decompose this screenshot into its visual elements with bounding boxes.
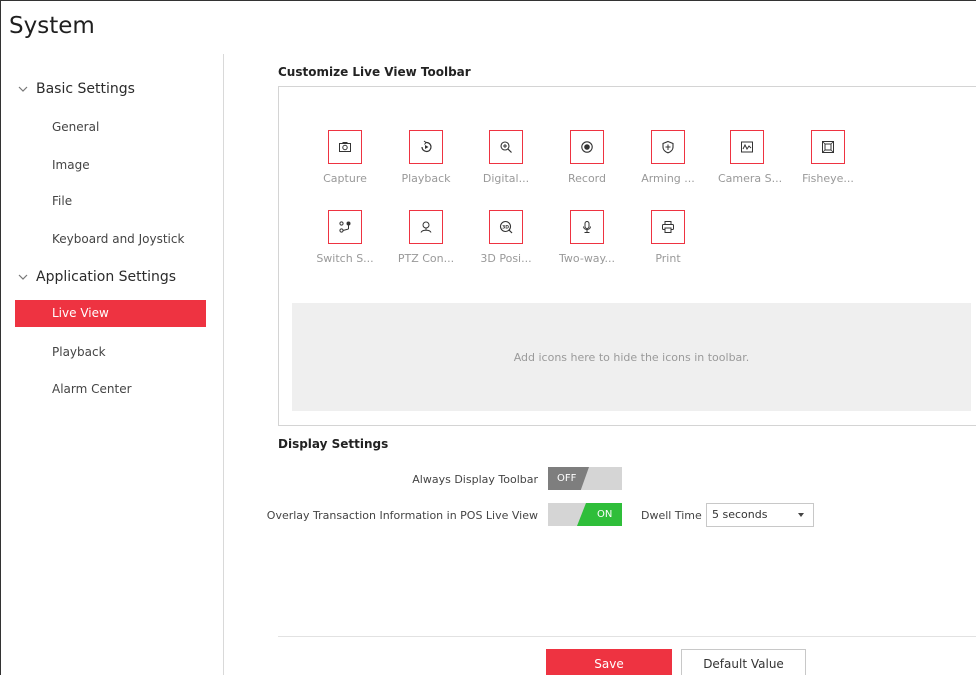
switch-stream-icon xyxy=(339,221,351,233)
sidebar-item-general[interactable]: General xyxy=(15,114,206,141)
tool-label: Capture xyxy=(323,172,367,185)
dwell-time-value: 5 seconds xyxy=(712,508,768,521)
tool-print[interactable]: Print xyxy=(639,210,697,265)
tool-3d-positioning[interactable]: 3D 3D Posi... xyxy=(477,210,535,265)
caret-down-icon xyxy=(798,513,804,517)
tool-label: Camera S... xyxy=(718,172,783,185)
overlay-transaction-label: Overlay Transaction Information in POS L… xyxy=(266,509,538,522)
tool-label: Record xyxy=(567,172,606,185)
dwell-time-select[interactable]: 5 seconds xyxy=(706,503,814,527)
chevron-down-icon xyxy=(18,274,28,280)
save-button[interactable]: Save xyxy=(546,649,672,675)
page-title: System xyxy=(9,13,95,39)
tool-label: Print xyxy=(655,252,681,265)
always-display-toolbar-label: Always Display Toolbar xyxy=(412,473,538,486)
camera-status-icon xyxy=(741,141,753,153)
tool-digital-zoom[interactable]: Digital... xyxy=(477,130,535,185)
sidebar-group-application-settings[interactable]: Application Settings xyxy=(18,269,176,285)
sidebar-group-basic-settings[interactable]: Basic Settings xyxy=(18,81,135,97)
sidebar-group-label: Basic Settings xyxy=(36,81,135,97)
tool-fisheye[interactable]: Fisheye... xyxy=(799,130,857,185)
chevron-down-icon xyxy=(18,86,28,92)
tool-ptz-control[interactable]: PTZ Con... xyxy=(397,210,455,265)
dwell-time-label: Dwell Time xyxy=(641,509,702,522)
tool-label: Switch S... xyxy=(316,252,374,265)
default-value-button[interactable]: Default Value xyxy=(681,649,806,675)
ptz-icon xyxy=(420,221,432,233)
sidebar-item-alarm-center[interactable]: Alarm Center xyxy=(15,376,206,403)
fisheye-icon xyxy=(822,141,834,153)
sidebar-item-file[interactable]: File xyxy=(15,188,206,215)
print-icon xyxy=(662,221,674,233)
microphone-icon xyxy=(583,221,591,233)
sidebar-item-playback[interactable]: Playback xyxy=(15,339,206,366)
3d-position-icon: 3D xyxy=(499,220,513,234)
tool-capture[interactable]: Capture xyxy=(316,130,374,185)
section-title-display: Display Settings xyxy=(278,437,389,451)
toggle-state: OFF xyxy=(548,467,589,490)
tool-label: 3D Posi... xyxy=(480,252,532,265)
hidden-icons-drop-area[interactable]: Add icons here to hide the icons in tool… xyxy=(292,303,971,411)
tool-switch-stream[interactable]: Switch S... xyxy=(316,210,374,265)
toggle-state: ON xyxy=(577,503,622,526)
tool-arming[interactable]: Arming ... xyxy=(639,130,697,185)
tool-label: Two-way... xyxy=(559,252,615,265)
tool-label: Arming ... xyxy=(641,172,695,185)
sidebar-item-image[interactable]: Image xyxy=(15,152,206,179)
footer-divider xyxy=(278,636,976,637)
record-icon xyxy=(581,141,593,153)
svg-text:3D: 3D xyxy=(502,224,509,230)
sidebar-divider xyxy=(223,54,224,675)
tool-playback[interactable]: Playback xyxy=(397,130,455,185)
tool-label: Playback xyxy=(401,172,451,185)
section-title-toolbar: Customize Live View Toolbar xyxy=(278,65,471,79)
always-display-toolbar-toggle[interactable]: OFF xyxy=(548,467,622,490)
tool-label: PTZ Con... xyxy=(397,252,455,265)
tool-record[interactable]: Record xyxy=(558,130,616,185)
sidebar-group-label: Application Settings xyxy=(36,269,177,285)
sidebar-item-keyboard-and-joystick[interactable]: Keyboard and Joystick xyxy=(15,226,206,253)
playback-icon xyxy=(421,140,432,153)
tool-two-way-audio[interactable]: Two-way... xyxy=(558,210,616,265)
drop-hint: Add icons here to hide the icons in tool… xyxy=(513,350,750,364)
camera-icon xyxy=(339,142,351,152)
tool-label: Fisheye... xyxy=(802,172,854,185)
overlay-transaction-toggle[interactable]: ON xyxy=(548,503,622,526)
shield-icon xyxy=(662,140,674,154)
tool-camera-status[interactable]: Camera S... xyxy=(718,130,783,185)
tool-label: Digital... xyxy=(482,172,530,185)
sidebar-item-live-view[interactable]: Live View xyxy=(15,300,206,327)
zoom-in-icon xyxy=(500,141,512,153)
